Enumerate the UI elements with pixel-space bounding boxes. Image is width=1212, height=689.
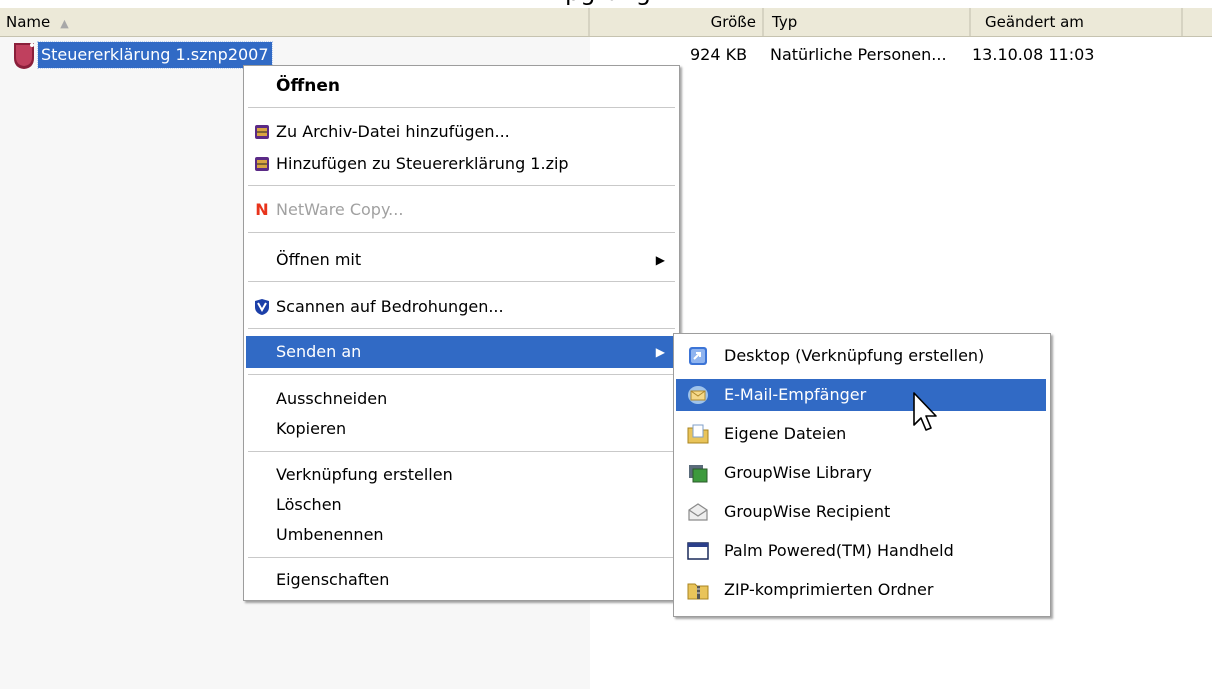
groupwise-recipient-icon bbox=[688, 503, 708, 521]
menu-item-send-to[interactable]: Senden an ▶ bbox=[246, 336, 677, 368]
winrar-icon bbox=[252, 148, 272, 180]
send-to-item-mail-recipient[interactable]: E-Mail-Empfänger bbox=[676, 379, 1046, 411]
send-to-item-label: GroupWise Recipient bbox=[724, 502, 891, 521]
mcafee-shield-icon bbox=[252, 291, 272, 323]
netware-n-icon: N bbox=[255, 200, 269, 219]
column-header-type[interactable]: Typ bbox=[764, 8, 971, 36]
menu-item-netware-copy[interactable]: N NetWare Copy... bbox=[246, 194, 677, 226]
send-to-item-label: Eigene Dateien bbox=[724, 424, 847, 443]
column-header-modified-label: Geändert am bbox=[985, 13, 1084, 31]
menu-item-send-to-label: Senden an bbox=[276, 342, 362, 361]
menu-item-add-archive[interactable]: Zu Archiv-Datei hinzufügen... bbox=[246, 116, 677, 148]
send-to-submenu: Desktop (Verknüpfung erstellen) E-Mail-E… bbox=[673, 333, 1051, 617]
submenu-arrow-icon: ▶ bbox=[655, 345, 665, 359]
groupwise-library-icon bbox=[689, 465, 708, 483]
menu-separator bbox=[248, 557, 675, 558]
menu-separator bbox=[248, 374, 675, 375]
menu-item-scan-threats[interactable]: Scannen auf Bedrohungen... bbox=[246, 291, 677, 323]
file-name-selected[interactable]: Steuererklärung 1.sznp2007 bbox=[37, 41, 273, 69]
menu-item-add-zip[interactable]: Hinzufügen zu Steuererklärung 1.zip bbox=[246, 148, 677, 180]
winrar-icon bbox=[252, 116, 272, 148]
menu-item-open-with[interactable]: Öffnen mit ▶ bbox=[246, 244, 677, 276]
sort-ascending-icon: ▲ bbox=[60, 17, 69, 30]
send-to-item-groupwise-library[interactable]: GroupWise Library bbox=[676, 457, 1046, 489]
mail-recipient-icon bbox=[688, 386, 708, 404]
send-to-item-label: Palm Powered(TM) Handheld bbox=[724, 541, 954, 560]
column-header-type-label: Typ bbox=[772, 13, 798, 31]
menu-item-netware-copy-label: NetWare Copy... bbox=[276, 200, 404, 219]
menu-item-scan-threats-label: Scannen auf Bedrohungen... bbox=[276, 297, 504, 316]
send-to-item-my-documents[interactable]: Eigene Dateien bbox=[676, 418, 1046, 450]
submenu-arrow-icon: ▶ bbox=[655, 253, 665, 267]
palm-handheld-icon bbox=[687, 542, 709, 560]
menu-item-open-with-label: Öffnen mit bbox=[276, 250, 362, 269]
mouse-pointer-icon bbox=[913, 392, 937, 431]
menu-item-delete[interactable]: Löschen bbox=[246, 489, 677, 521]
menu-separator bbox=[248, 232, 675, 233]
context-menu: Öffnen Zu Archiv-Datei hinzufügen... Hin… bbox=[243, 65, 680, 601]
my-documents-icon bbox=[687, 424, 709, 444]
file-modified: 13.10.08 11:03 bbox=[972, 45, 1095, 64]
menu-separator bbox=[248, 107, 675, 108]
send-to-item-label: ZIP-komprimierten Ordner bbox=[724, 580, 934, 599]
menu-item-create-shortcut[interactable]: Verknüpfung erstellen bbox=[246, 459, 677, 491]
send-to-item-label: GroupWise Library bbox=[724, 463, 872, 482]
send-to-item-desktop[interactable]: Desktop (Verknüpfung erstellen) bbox=[676, 340, 1046, 372]
send-to-item-zip-folder[interactable]: ZIP-komprimierten Ordner bbox=[676, 574, 1046, 606]
caption-fragment: pgrung bbox=[565, 0, 651, 6]
send-to-item-groupwise-recipient[interactable]: GroupWise Recipient bbox=[676, 496, 1046, 528]
column-header-modified[interactable]: Geändert am bbox=[971, 8, 1183, 36]
column-header-size[interactable]: Größe bbox=[590, 8, 764, 36]
send-to-item-palm-handheld[interactable]: Palm Powered(TM) Handheld bbox=[676, 535, 1046, 567]
menu-item-open[interactable]: Öffnen bbox=[246, 70, 677, 102]
menu-item-copy[interactable]: Kopieren bbox=[246, 413, 677, 445]
menu-item-cut[interactable]: Ausschneiden bbox=[246, 383, 677, 415]
menu-item-properties[interactable]: Eigenschaften bbox=[246, 564, 677, 596]
column-header-name[interactable]: Name ▲ bbox=[0, 8, 590, 36]
menu-separator bbox=[248, 451, 675, 452]
zip-folder-icon bbox=[687, 583, 709, 600]
file-size: 924 KB bbox=[690, 45, 748, 64]
menu-item-add-zip-label: Hinzufügen zu Steuererklärung 1.zip bbox=[276, 154, 569, 173]
send-to-item-label: E-Mail-Empfänger bbox=[724, 385, 867, 404]
menu-separator bbox=[248, 328, 675, 329]
menu-separator bbox=[248, 281, 675, 282]
tax-file-icon[interactable] bbox=[12, 40, 36, 70]
menu-separator bbox=[248, 185, 675, 186]
file-type: Natürliche Personen... bbox=[770, 45, 947, 64]
menu-item-add-archive-label: Zu Archiv-Datei hinzufügen... bbox=[276, 122, 510, 141]
send-to-item-label: Desktop (Verknüpfung erstellen) bbox=[724, 346, 985, 365]
menu-item-rename[interactable]: Umbenennen bbox=[246, 519, 677, 551]
column-header-name-label: Name bbox=[6, 13, 51, 31]
desktop-shortcut-icon bbox=[689, 347, 707, 365]
column-header-size-label: Größe bbox=[710, 13, 756, 31]
